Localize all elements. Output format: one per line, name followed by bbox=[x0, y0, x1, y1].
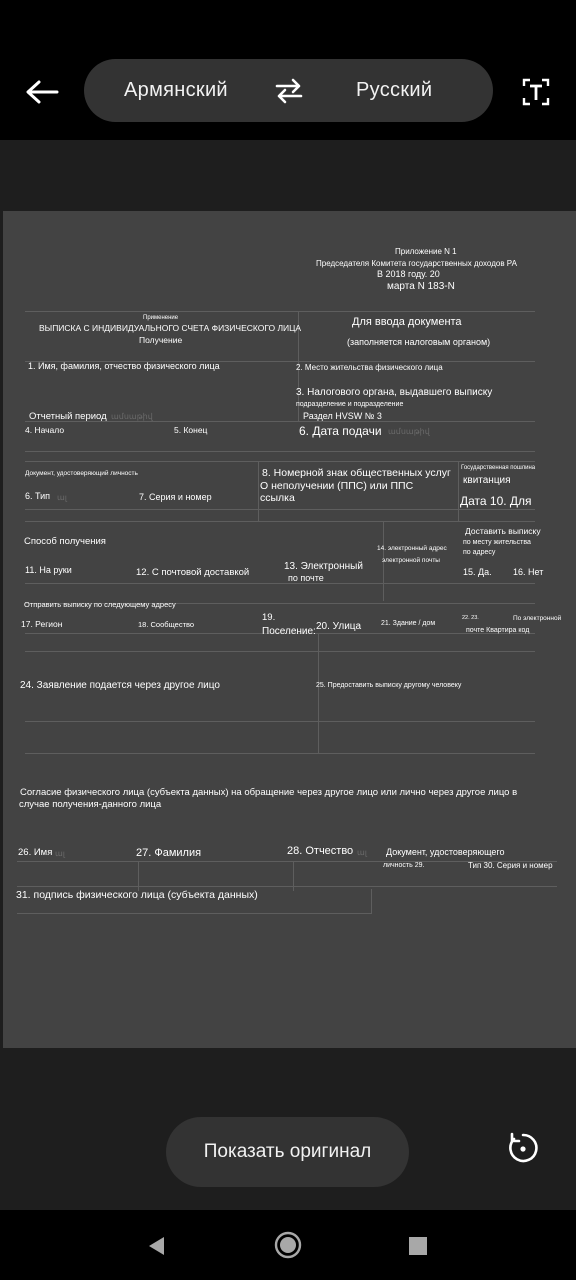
field-20: 20. Улица bbox=[316, 621, 362, 632]
field-13: 13. Электронный bbox=[284, 561, 363, 572]
field-29: личность 29. bbox=[383, 862, 425, 869]
field-23-sub: почте Квартира код bbox=[466, 627, 530, 634]
field-1: 1. Имя, фамилия, отчество физического ли… bbox=[28, 361, 220, 371]
doc-note-small: Применение bbox=[143, 315, 179, 321]
back-button[interactable] bbox=[18, 70, 66, 114]
field-22: 22. 23. bbox=[462, 615, 479, 621]
retranslate-button[interactable] bbox=[500, 1125, 546, 1171]
send-to-label: Отправить выписку по следующему адресу bbox=[24, 600, 176, 609]
deliver-label-2: по месту жительства bbox=[463, 539, 531, 546]
field-23: По электронной bbox=[513, 615, 562, 622]
period-label: Отчетный период bbox=[29, 411, 107, 422]
field-3: 3. Налогового органа, выдавшего выписку bbox=[296, 387, 493, 398]
language-selector: Армянский Русский bbox=[84, 59, 493, 122]
id-doc-label: Документ, удостоверяющий личность bbox=[25, 470, 138, 477]
field-11: 11. На руки bbox=[25, 565, 72, 575]
target-language-button[interactable]: Русский bbox=[356, 79, 466, 102]
field-8-line2: О неполучении (ППС) или ППС bbox=[260, 480, 414, 492]
field-25: 25. Предоставить выписку другому человек… bbox=[316, 682, 462, 689]
state-fee-label: Государственная пошлина bbox=[461, 465, 536, 471]
doc-header-line2: Председателя Комитета государственных до… bbox=[316, 259, 517, 268]
translated-document[interactable]: Приложение N 1 Председателя Комитета гос… bbox=[3, 211, 576, 1048]
field-31: 31. подпись физического лица (субъекта д… bbox=[16, 889, 258, 901]
field-14-sub: электронной почты bbox=[382, 557, 440, 564]
nav-home-icon[interactable] bbox=[274, 1231, 302, 1259]
field-19-sub: Поселение: bbox=[262, 626, 316, 637]
field-12: 12. С почтовой доставкой bbox=[136, 567, 250, 578]
field-15: 15. Да. bbox=[463, 567, 492, 577]
swap-languages-button[interactable] bbox=[272, 75, 306, 107]
field-28: 28. Отчество bbox=[287, 845, 354, 857]
id-doc-2: Документ, удостоверяющего bbox=[386, 847, 505, 857]
field-18: 18. Сообщество bbox=[138, 620, 195, 629]
ghost-text: ալ bbox=[57, 493, 67, 502]
field-2: 2. Место жительства физического лица bbox=[296, 363, 443, 372]
method-label: Способ получения bbox=[24, 536, 106, 547]
field-9: Дата 10. Для bbox=[460, 494, 532, 508]
field-30: Тип 30. Серия и номер bbox=[468, 861, 553, 870]
deliver-label-3: по адресу bbox=[463, 549, 496, 556]
arrow-left-icon bbox=[26, 80, 59, 104]
doc-title-sub: Получение bbox=[139, 335, 183, 345]
doc-title: ВЫПИСКА С ИНДИВИДУАЛЬНОГО СЧЕТА ФИЗИЧЕСК… bbox=[39, 323, 302, 333]
consent-text-2: случае получения-данного лица bbox=[19, 799, 162, 810]
field-5: 5. Конец bbox=[174, 425, 208, 435]
field-6: 6. Дата подачи bbox=[299, 424, 382, 438]
text-select-icon bbox=[522, 78, 550, 106]
field-24: 24. Заявление подается через другое лицо bbox=[20, 680, 220, 691]
swap-arrows-icon bbox=[275, 78, 303, 104]
field-27: 27. Фамилия bbox=[136, 847, 202, 859]
for-input-label: Для ввода документа bbox=[352, 316, 462, 328]
field-7: 7. Серия и номер bbox=[139, 492, 212, 502]
field-13-sub: по почте bbox=[288, 573, 324, 583]
field-6-type: 6. Тип bbox=[25, 491, 51, 501]
ghost-text: ամսաթիվ bbox=[111, 412, 153, 421]
consent-text: Согласие физического лица (субъекта данн… bbox=[20, 787, 518, 798]
ghost-text: ալ bbox=[357, 848, 367, 857]
field-19: 19. bbox=[262, 612, 276, 623]
nav-back-icon[interactable] bbox=[145, 1234, 169, 1258]
doc-header-line4: марта N 183-N bbox=[387, 281, 455, 292]
section-label: Раздел HVSW № 3 bbox=[303, 411, 382, 421]
field-17: 17. Регион bbox=[21, 619, 63, 629]
for-input-sub: (заполняется налоговым органом) bbox=[347, 337, 491, 347]
field-3-sub: подразделение и подразделение bbox=[296, 401, 404, 408]
doc-header-line1: Приложение N 1 bbox=[395, 247, 457, 256]
text-select-button[interactable] bbox=[516, 72, 556, 112]
ghost-text: ալ bbox=[55, 849, 65, 858]
nav-recents-icon[interactable] bbox=[408, 1236, 428, 1256]
receipt-label: квитанция bbox=[463, 475, 511, 486]
status-bar bbox=[0, 0, 576, 48]
field-26: 26. Имя bbox=[18, 847, 53, 858]
ghost-text: ամսաթիվ bbox=[388, 427, 430, 436]
deliver-label: Доставить выписку bbox=[465, 526, 541, 536]
field-16: 16. Нет bbox=[513, 567, 544, 577]
source-language-button[interactable]: Армянский bbox=[124, 79, 234, 102]
refresh-icon bbox=[509, 1132, 538, 1163]
show-original-button[interactable]: Показать оригинал bbox=[166, 1117, 409, 1187]
field-21: 21. Здание / дом bbox=[381, 620, 436, 627]
field-8: 8. Номерной знак общественных услуг bbox=[262, 467, 451, 479]
field-14: 14. электронный адрес bbox=[377, 545, 447, 552]
field-4: 4. Начало bbox=[25, 425, 65, 435]
doc-header-line3: В 2018 году. 20 bbox=[377, 269, 440, 279]
field-8-line3: ссылка bbox=[260, 492, 295, 504]
show-original-label: Показать оригинал bbox=[203, 1141, 372, 1162]
